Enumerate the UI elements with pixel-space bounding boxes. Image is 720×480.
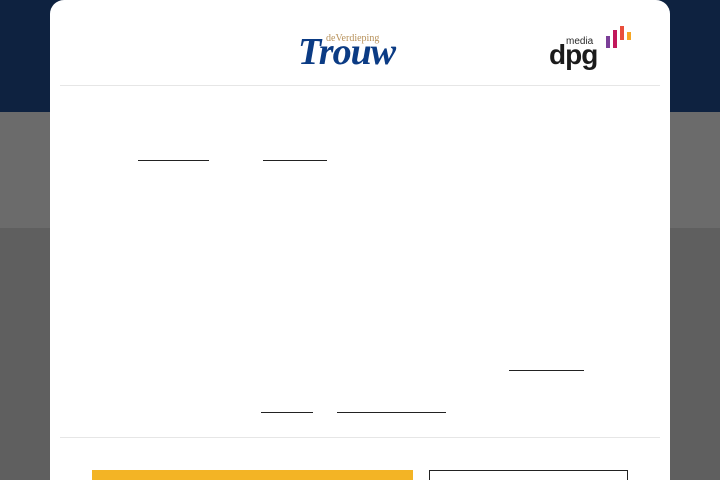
- dpg-wordmark: dpg: [549, 39, 598, 70]
- consent-link-3[interactable]: [509, 370, 584, 371]
- settings-button[interactable]: [429, 470, 628, 480]
- trouw-wordmark: Trouw: [298, 31, 396, 73]
- consent-link-5[interactable]: [337, 412, 446, 413]
- consent-modal: deVerdieping Trouw media dpg: [50, 0, 670, 480]
- consent-link-4[interactable]: [261, 412, 313, 413]
- consent-link-1[interactable]: [138, 160, 209, 161]
- accept-button[interactable]: [92, 470, 413, 480]
- header-divider: [60, 85, 660, 86]
- modal-header: deVerdieping Trouw media dpg: [50, 0, 670, 86]
- dpg-bars-icon: [606, 26, 631, 48]
- consent-link-2[interactable]: [263, 160, 327, 161]
- footer-divider: [60, 437, 660, 438]
